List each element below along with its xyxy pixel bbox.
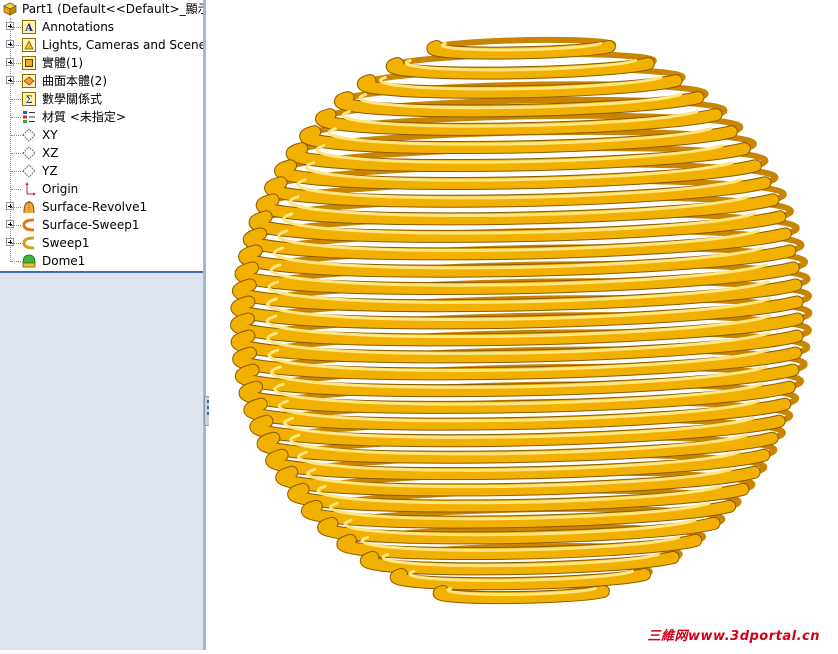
tree-item-dome1[interactable]: Dome1 — [0, 252, 203, 270]
tree-item-label: Dome1 — [42, 254, 86, 268]
origin-icon — [25, 182, 36, 196]
tree-item-solid-bodies[interactable]: 實體(1) — [0, 54, 203, 72]
expand-toggle[interactable] — [6, 220, 14, 228]
tree-item-label: Lights, Cameras and Scene — [42, 38, 203, 52]
material-icon — [23, 111, 35, 123]
tree-item-material[interactable]: 材質 <未指定> — [0, 108, 203, 126]
expand-toggle[interactable] — [6, 40, 14, 48]
tree-item-plane-yz[interactable]: YZ — [0, 162, 203, 180]
tree-item-sweep1[interactable]: Sweep1 — [0, 234, 203, 252]
coil-sphere-model[interactable] — [209, 0, 838, 650]
expand-toggle[interactable] — [6, 202, 14, 210]
pane-border — [203, 0, 206, 650]
tree-item-surface-revolve1[interactable]: Surface-Revolve1 — [0, 198, 203, 216]
sweep-icon — [22, 236, 35, 250]
tree-item-plane-xz[interactable]: XZ — [0, 144, 203, 162]
expand-toggle[interactable] — [6, 58, 14, 66]
feature-manager-tree: Part1 (Default<<Default>_顯示: A Annotatio… — [0, 0, 203, 650]
tree-item-label: YZ — [42, 164, 58, 178]
tree-item-label: Sweep1 — [42, 236, 90, 250]
tree-item-equations[interactable]: Σ 數學關係式 — [0, 90, 203, 108]
tree-item-label: Origin — [42, 182, 79, 196]
tree-item-label: Annotations — [42, 20, 115, 34]
tree-item-origin[interactable]: Origin — [0, 180, 203, 198]
svg-text:Σ: Σ — [25, 95, 32, 106]
lights-cameras-icon — [22, 38, 36, 52]
plane-icon — [22, 164, 36, 178]
tree-item-plane-xy[interactable]: XY — [0, 126, 203, 144]
tree-root-part[interactable]: Part1 (Default<<Default>_顯示: — [0, 0, 203, 18]
expand-toggle[interactable] — [6, 76, 14, 84]
annotations-icon: A — [22, 20, 36, 34]
solid-bodies-icon — [22, 56, 36, 70]
dome-icon — [22, 254, 36, 268]
surface-sweep-icon — [22, 218, 35, 232]
plane-icon — [22, 146, 36, 160]
tree-item-label: Surface-Revolve1 — [42, 200, 148, 214]
tree-item-label: 實體(1) — [42, 56, 83, 70]
tree-item-label: Surface-Sweep1 — [42, 218, 140, 232]
tree-empty-area — [0, 271, 203, 650]
expand-toggle[interactable] — [6, 22, 14, 30]
surface-revolve-icon — [23, 201, 35, 214]
tree-item-surface-bodies[interactable]: 曲面本體(2) — [0, 72, 203, 90]
tree-item-label: 材質 <未指定> — [42, 110, 126, 124]
tree-root-label: Part1 (Default<<Default>_顯示: — [22, 2, 203, 16]
tree-item-label: 數學關係式 — [42, 92, 103, 106]
expand-toggle[interactable] — [6, 238, 14, 246]
tree-item-label: 曲面本體(2) — [42, 74, 107, 88]
plane-icon — [22, 128, 36, 142]
tree-item-annotations[interactable]: A Annotations — [0, 18, 203, 36]
watermark: 三維网www.3dportal.cn — [647, 629, 820, 644]
tree-item-label: XZ — [42, 146, 59, 160]
part-icon — [3, 2, 17, 16]
tree-item-lights-cameras-scene[interactable]: Lights, Cameras and Scene — [0, 36, 203, 54]
surface-bodies-icon — [22, 74, 36, 88]
tree-item-label: XY — [42, 128, 58, 142]
equations-icon: Σ — [22, 92, 36, 106]
svg-text:A: A — [24, 23, 33, 34]
graphics-viewport[interactable]: 三維网www.3dportal.cn — [209, 0, 838, 650]
tree-item-surface-sweep1[interactable]: Surface-Sweep1 — [0, 216, 203, 234]
